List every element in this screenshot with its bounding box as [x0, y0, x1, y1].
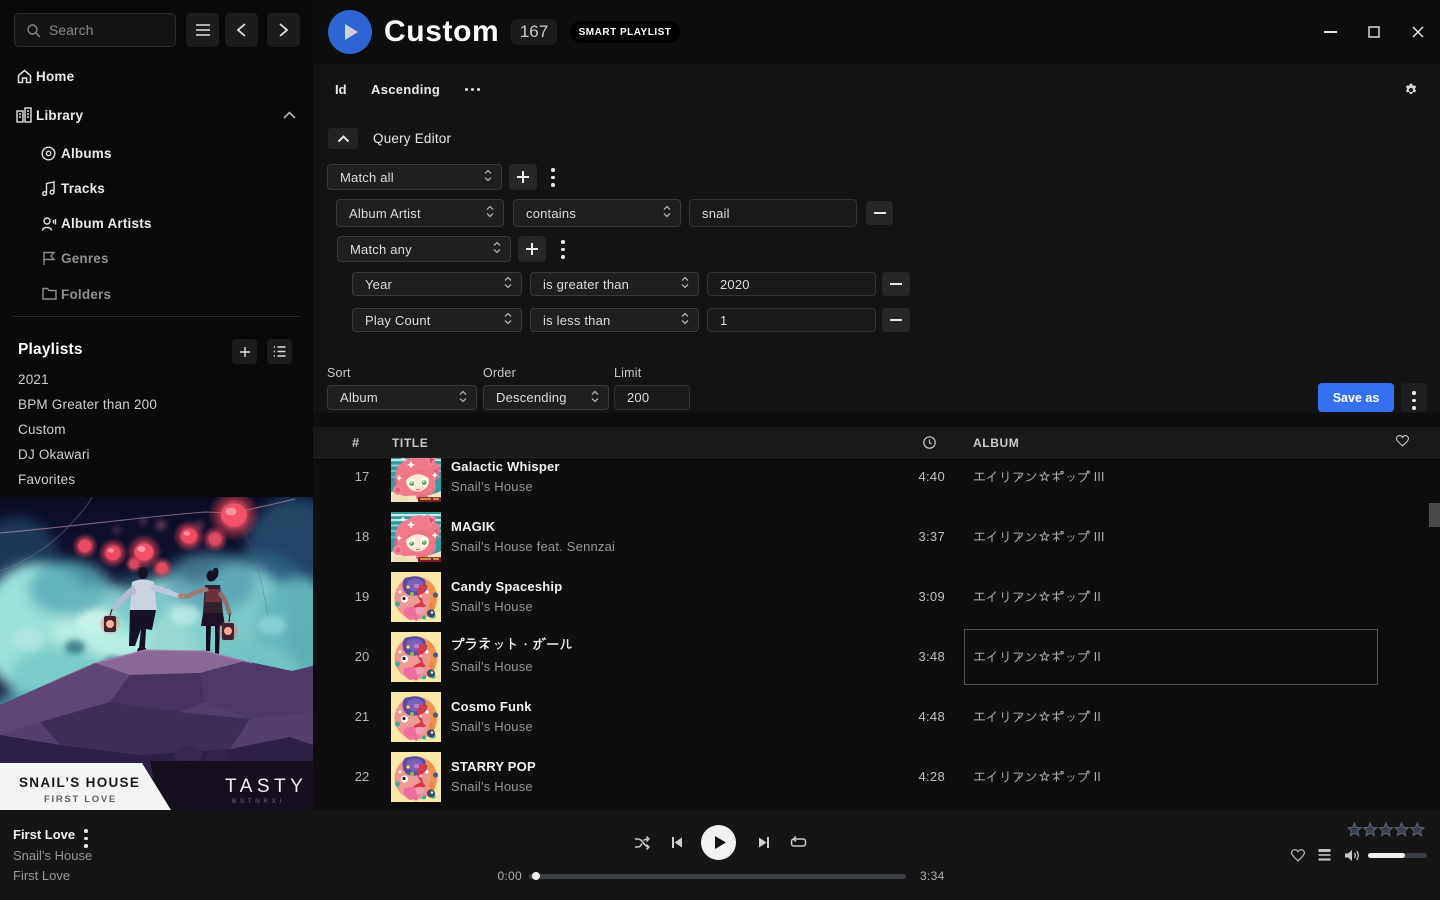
svg-text:SNAIL’S HOUSE: SNAIL’S HOUSE: [19, 775, 140, 790]
svg-text:BSTNRXI: BSTNRXI: [232, 798, 285, 805]
svg-text:TASTY: TASTY: [225, 776, 307, 797]
svg-text:FIRST LOVE: FIRST LOVE: [44, 794, 117, 805]
